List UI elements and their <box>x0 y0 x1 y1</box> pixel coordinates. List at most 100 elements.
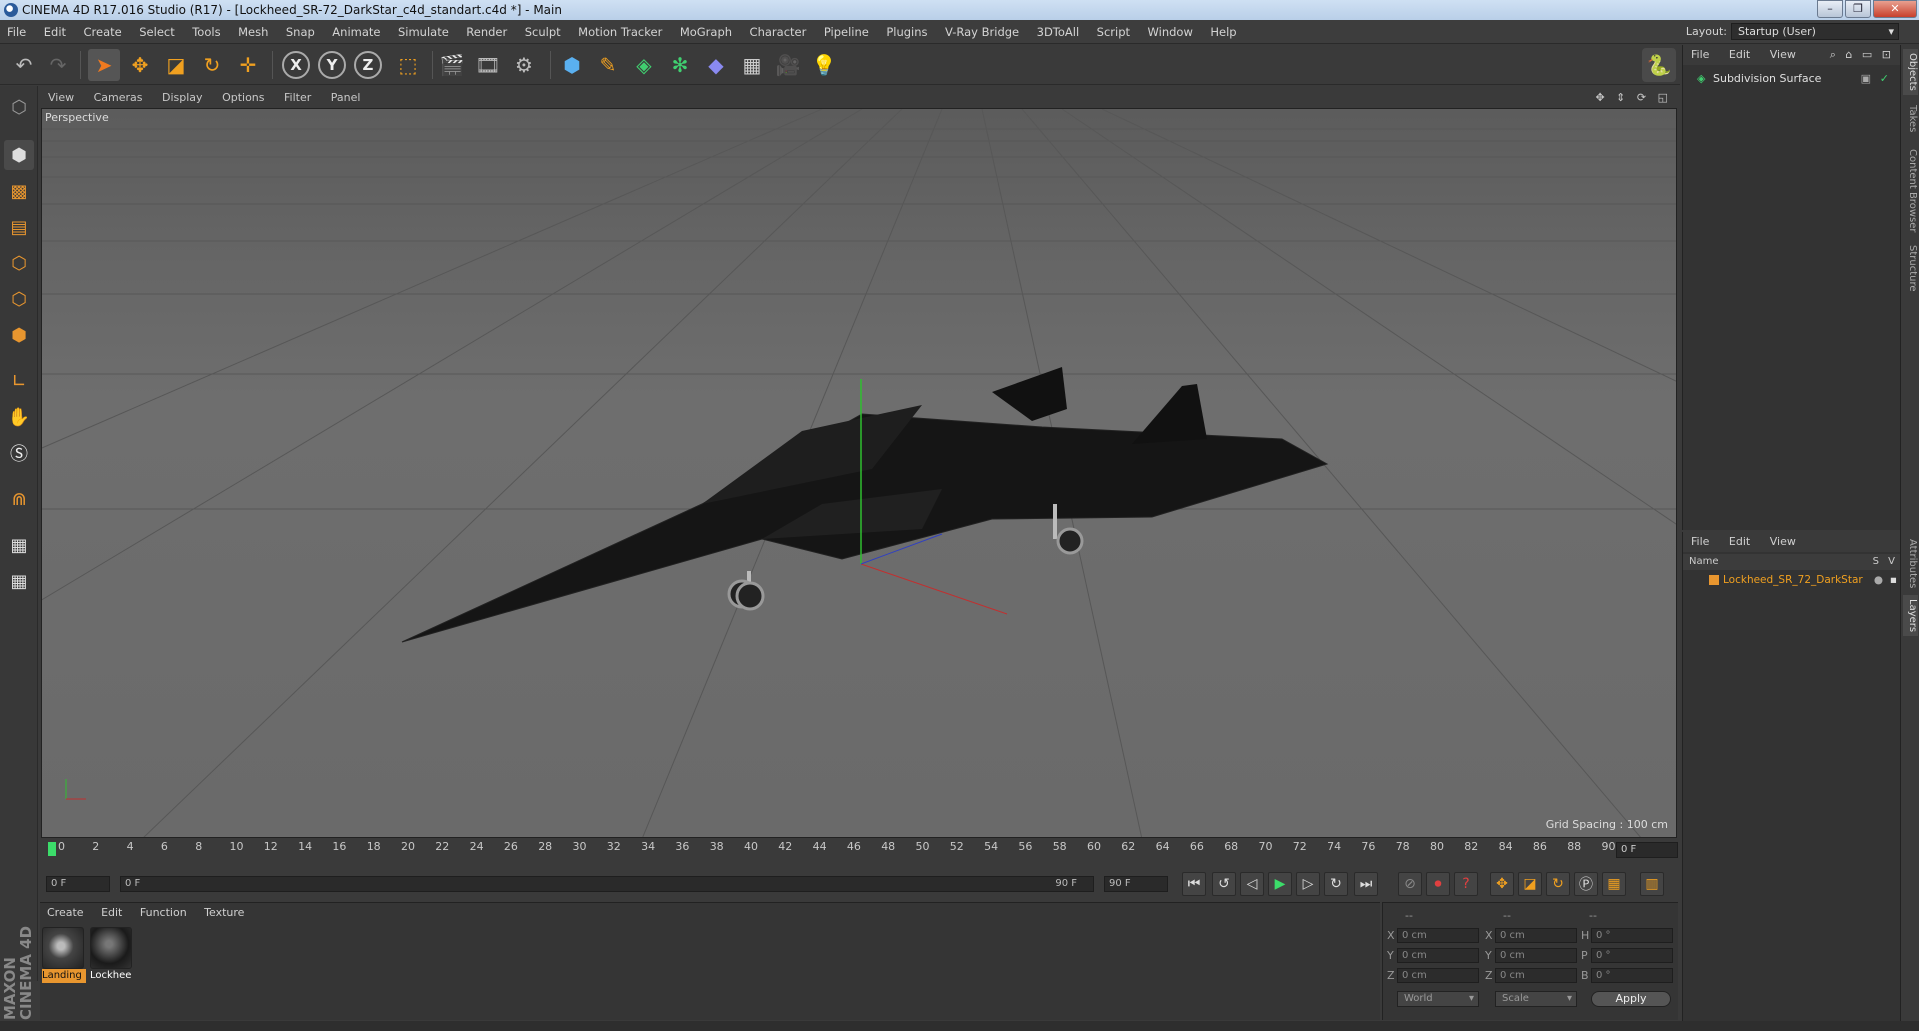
workplane-icon[interactable]: ▤ <box>4 212 34 242</box>
layer-visible-icon[interactable]: ▪ <box>1890 572 1897 588</box>
timeline-ruler[interactable]: 0 2 4 6 8 10 12 14 16 18 20 22 24 26 28 30 32 34 36 38 40 42 4… <box>48 840 1678 860</box>
menu-help[interactable]: Help <box>1203 20 1243 44</box>
axis-mode-icon[interactable]: ∟ <box>4 366 34 396</box>
material-menu-create[interactable]: Create <box>40 903 91 923</box>
next-keyframe-icon[interactable]: ↻ <box>1324 872 1348 896</box>
python-icon[interactable]: 🐍 <box>1642 48 1676 82</box>
previous-frame-icon[interactable]: ◁ <box>1240 872 1264 896</box>
edges-mode-icon[interactable]: ⬡ <box>4 284 34 314</box>
enabled-check-icon[interactable]: ✓ <box>1880 71 1889 87</box>
size-y-field[interactable]: 0 cm <box>1495 948 1577 963</box>
previous-keyframe-icon[interactable]: ↺ <box>1212 872 1236 896</box>
rotation-p-field[interactable]: 0 ° <box>1591 948 1673 963</box>
viewport-nav-icons[interactable]: ✥ ⇕ ⟳ ◱ <box>1595 88 1672 108</box>
go-to-start-icon[interactable]: ⏮ <box>1182 872 1206 896</box>
coordinate-system-icon[interactable]: ⬚ <box>392 49 424 81</box>
tab-content-browser[interactable]: Content Browser <box>1903 145 1918 236</box>
tweak-mode-icon[interactable]: ✋ <box>4 402 34 432</box>
object-menu-edit[interactable]: Edit <box>1721 45 1758 65</box>
z-axis-icon[interactable]: Z <box>354 51 382 79</box>
menu-vray-bridge[interactable]: V-Ray Bridge <box>938 20 1026 44</box>
lock-workplane-icon[interactable]: ▦ <box>4 530 34 560</box>
planar-workplane-icon[interactable]: ▦ <box>4 566 34 596</box>
autokeying-icon[interactable]: ⏺ <box>1426 872 1450 896</box>
cloner-icon[interactable]: ✻ <box>664 49 696 81</box>
render-settings-icon[interactable]: ⚙ <box>508 49 540 81</box>
model-mode-icon[interactable]: ⬡ <box>4 92 34 122</box>
texture-mode-icon[interactable]: ▩ <box>4 176 34 206</box>
material-menu-function[interactable]: Function <box>133 903 194 923</box>
object-manager-tools-icons[interactable]: ⌕ ⌂ ▭ ⊡ <box>1830 45 1894 65</box>
key-position-icon[interactable]: ✥ <box>1490 872 1514 896</box>
tab-takes[interactable]: Takes <box>1903 101 1918 136</box>
menu-pipeline[interactable]: Pipeline <box>817 20 876 44</box>
undo-icon[interactable]: ↶ <box>8 49 40 81</box>
menu-mograph[interactable]: MoGraph <box>673 20 739 44</box>
render-picture-viewer-icon[interactable]: 🎞 <box>472 49 504 81</box>
size-x-field[interactable]: 0 cm <box>1495 928 1577 943</box>
timeline-window-icon[interactable]: ▥ <box>1640 872 1664 896</box>
menu-select[interactable]: Select <box>132 20 181 44</box>
perspective-viewport[interactable]: Perspective Grid Spacing : 100 cm <box>41 108 1677 838</box>
end-frame-field[interactable]: 90 F <box>1104 876 1168 892</box>
maximize-button[interactable]: ❐ <box>1845 0 1871 18</box>
rotate-icon[interactable]: ↻ <box>196 49 228 81</box>
close-button[interactable]: ✕ <box>1873 0 1917 18</box>
layer-menu-file[interactable]: File <box>1683 532 1717 552</box>
tab-objects[interactable]: Objects <box>1903 49 1918 95</box>
menu-file[interactable]: File <box>0 20 33 44</box>
layout-select[interactable]: Startup (User) ▾ <box>1731 23 1899 40</box>
light-icon[interactable]: 💡 <box>808 49 840 81</box>
tab-structure[interactable]: Structure <box>1903 241 1918 296</box>
points-mode-icon[interactable]: ⬡ <box>4 248 34 278</box>
rotation-b-field[interactable]: 0 ° <box>1591 968 1673 983</box>
material-menu-texture[interactable]: Texture <box>197 903 251 923</box>
key-parameter-icon[interactable]: Ⓟ <box>1574 872 1598 896</box>
viewport-menu-options[interactable]: Options <box>214 88 272 108</box>
menu-edit[interactable]: Edit <box>37 20 73 44</box>
menu-snap[interactable]: Snap <box>279 20 322 44</box>
material-lockheed[interactable]: Lockhee <box>90 927 134 983</box>
material-menu-edit[interactable]: Edit <box>94 903 129 923</box>
scale-icon[interactable]: ◪ <box>160 49 192 81</box>
x-axis-icon[interactable]: X <box>282 51 310 79</box>
menu-motion-tracker[interactable]: Motion Tracker <box>571 20 669 44</box>
polygons-mode-icon[interactable]: ⬢ <box>4 320 34 350</box>
size-mode-select[interactable]: Scale ▾ <box>1495 991 1577 1007</box>
layer-menu-edit[interactable]: Edit <box>1721 532 1758 552</box>
redo-icon[interactable]: ↷ <box>42 49 74 81</box>
pen-spline-icon[interactable]: ✎ <box>592 49 624 81</box>
size-z-field[interactable]: 0 cm <box>1495 968 1577 983</box>
object-mode-icon[interactable]: ⬢ <box>4 140 34 170</box>
menu-simulate[interactable]: Simulate <box>391 20 456 44</box>
viewport-menu-view[interactable]: View <box>40 88 82 108</box>
viewport-menu-filter[interactable]: Filter <box>276 88 319 108</box>
rotation-h-field[interactable]: 0 ° <box>1591 928 1673 943</box>
object-menu-file[interactable]: File <box>1683 45 1717 65</box>
coordinate-mode-select[interactable]: World ▾ <box>1397 991 1479 1007</box>
key-scale-icon[interactable]: ◪ <box>1518 872 1542 896</box>
layer-row[interactable]: Lockheed_SR_72_DarkStar ● ▪ <box>1683 572 1901 588</box>
minimize-button[interactable]: – <box>1817 0 1843 18</box>
menu-create[interactable]: Create <box>77 20 129 44</box>
menu-sculpt[interactable]: Sculpt <box>518 20 568 44</box>
tab-attributes[interactable]: Attributes <box>1903 535 1918 592</box>
start-frame-field[interactable]: 0 F <box>46 876 110 892</box>
layer-menu-view[interactable]: View <box>1762 532 1804 552</box>
snap-icon[interactable]: Ⓢ <box>4 438 34 468</box>
select-arrow-icon[interactable]: ➤ <box>88 49 120 81</box>
menu-render[interactable]: Render <box>459 20 514 44</box>
tab-layers[interactable]: Layers <box>1903 595 1918 637</box>
y-axis-icon[interactable]: Y <box>318 51 346 79</box>
menu-tools[interactable]: Tools <box>185 20 227 44</box>
frame-range-slider[interactable]: 0 F 90 F <box>120 876 1094 892</box>
key-rotation-icon[interactable]: ↻ <box>1546 872 1570 896</box>
cube-icon[interactable]: ⬢ <box>556 49 588 81</box>
deformer-icon[interactable]: ◆ <box>700 49 732 81</box>
keyframe-selection-icon[interactable]: ? <box>1454 872 1478 896</box>
position-x-field[interactable]: 0 cm <box>1397 928 1479 943</box>
object-tag-icon[interactable]: ▣ <box>1861 71 1871 87</box>
object-row[interactable]: ◈ Subdivision Surface ▣ ✓ <box>1683 71 1901 87</box>
menu-plugins[interactable]: Plugins <box>879 20 934 44</box>
move-plus-icon[interactable]: ✛ <box>232 49 264 81</box>
